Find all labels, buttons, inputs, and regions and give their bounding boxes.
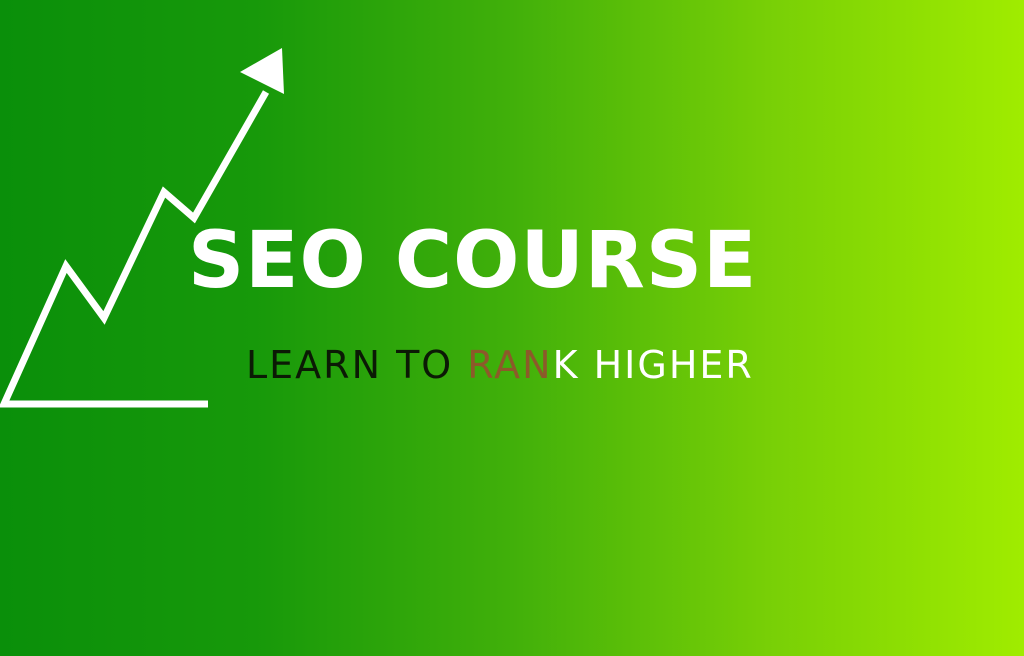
- subtitle: LEARN TO RANK HIGHER: [246, 346, 754, 384]
- subtitle-part-learn-to: LEARN TO: [246, 343, 468, 387]
- subtitle-part-ran: RAN: [467, 343, 553, 387]
- seo-course-banner: SEO COURSE LEARN TO RANK HIGHER: [0, 0, 1024, 656]
- page-title: SEO COURSE: [188, 216, 758, 306]
- subtitle-part-k-higher: K HIGHER: [552, 343, 754, 387]
